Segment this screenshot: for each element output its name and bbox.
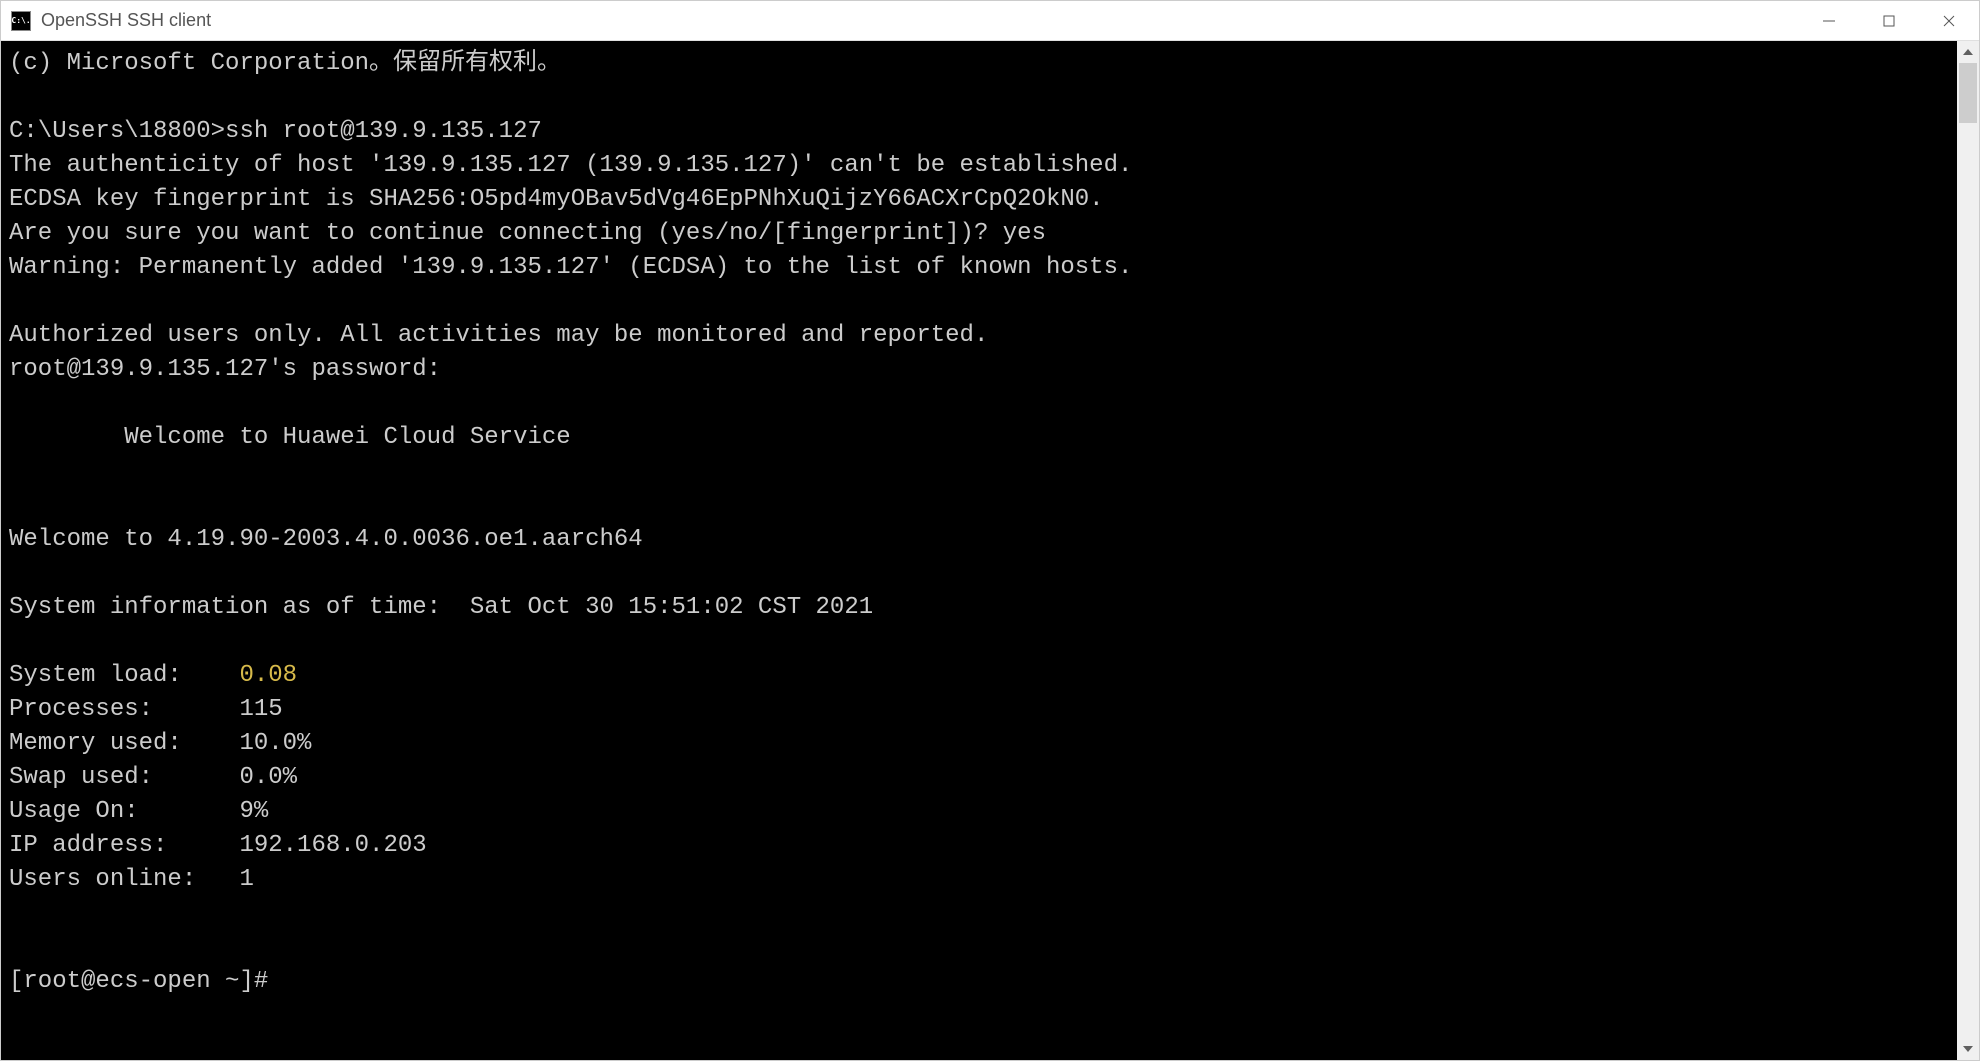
line-root-prompt: [root@ecs-open ~]# <box>9 968 268 995</box>
maximize-button[interactable] <box>1859 1 1919 40</box>
terminal-output[interactable]: (c) Microsoft Corporation。保留所有权利。 C:\Use… <box>1 41 1957 1060</box>
line-processes: Processes: 115 <box>9 696 283 723</box>
scroll-up-arrow[interactable] <box>1957 41 1979 63</box>
chevron-down-icon <box>1963 1046 1973 1052</box>
line-memory: Memory used: 10.0% <box>9 730 311 757</box>
line-sysinfo-time: System information as of time: Sat Oct 3… <box>9 594 873 621</box>
scrollbar-thumb[interactable] <box>1959 63 1977 123</box>
app-icon: C:\. <box>11 11 31 31</box>
line-authorized: Authorized users only. All activities ma… <box>9 322 988 349</box>
maximize-icon <box>1882 14 1896 28</box>
system-load-value: 0.08 <box>239 662 297 689</box>
vertical-scrollbar[interactable] <box>1957 41 1979 1060</box>
minimize-icon <box>1822 14 1836 28</box>
minimize-button[interactable] <box>1799 1 1859 40</box>
line-usage: Usage On: 9% <box>9 798 268 825</box>
line-authenticity: The authenticity of host '139.9.135.127 … <box>9 152 1132 179</box>
line-ip: IP address: 192.168.0.203 <box>9 832 427 859</box>
close-button[interactable] <box>1919 1 1979 40</box>
close-icon <box>1942 14 1956 28</box>
terminal-container: (c) Microsoft Corporation。保留所有权利。 C:\Use… <box>1 41 1979 1060</box>
line-swap: Swap used: 0.0% <box>9 764 297 791</box>
line-users-online: Users online: 1 <box>9 866 254 893</box>
window-controls <box>1799 1 1979 40</box>
window-frame: C:\. OpenSSH SSH client (c) Microsoft Co… <box>0 0 1980 1061</box>
line-password-prompt: root@139.9.135.127's password: <box>9 356 441 383</box>
line-welcome-kernel: Welcome to 4.19.90-2003.4.0.0036.oe1.aar… <box>9 526 643 553</box>
line-warning: Warning: Permanently added '139.9.135.12… <box>9 254 1132 281</box>
scroll-down-arrow[interactable] <box>1957 1038 1979 1060</box>
line-confirm: Are you sure you want to continue connec… <box>9 220 1046 247</box>
line-ssh-command: C:\Users\18800>ssh root@139.9.135.127 <box>9 118 542 145</box>
line-system-load: System load: 0.08 <box>9 662 297 689</box>
chevron-up-icon <box>1963 49 1973 55</box>
window-title: OpenSSH SSH client <box>41 10 1799 31</box>
line-fingerprint: ECDSA key fingerprint is SHA256:O5pd4myO… <box>9 186 1104 213</box>
titlebar[interactable]: C:\. OpenSSH SSH client <box>1 1 1979 41</box>
line-welcome-huawei: Welcome to Huawei Cloud Service <box>9 424 571 451</box>
line-copyright: (c) Microsoft Corporation。保留所有权利。 <box>9 50 561 77</box>
